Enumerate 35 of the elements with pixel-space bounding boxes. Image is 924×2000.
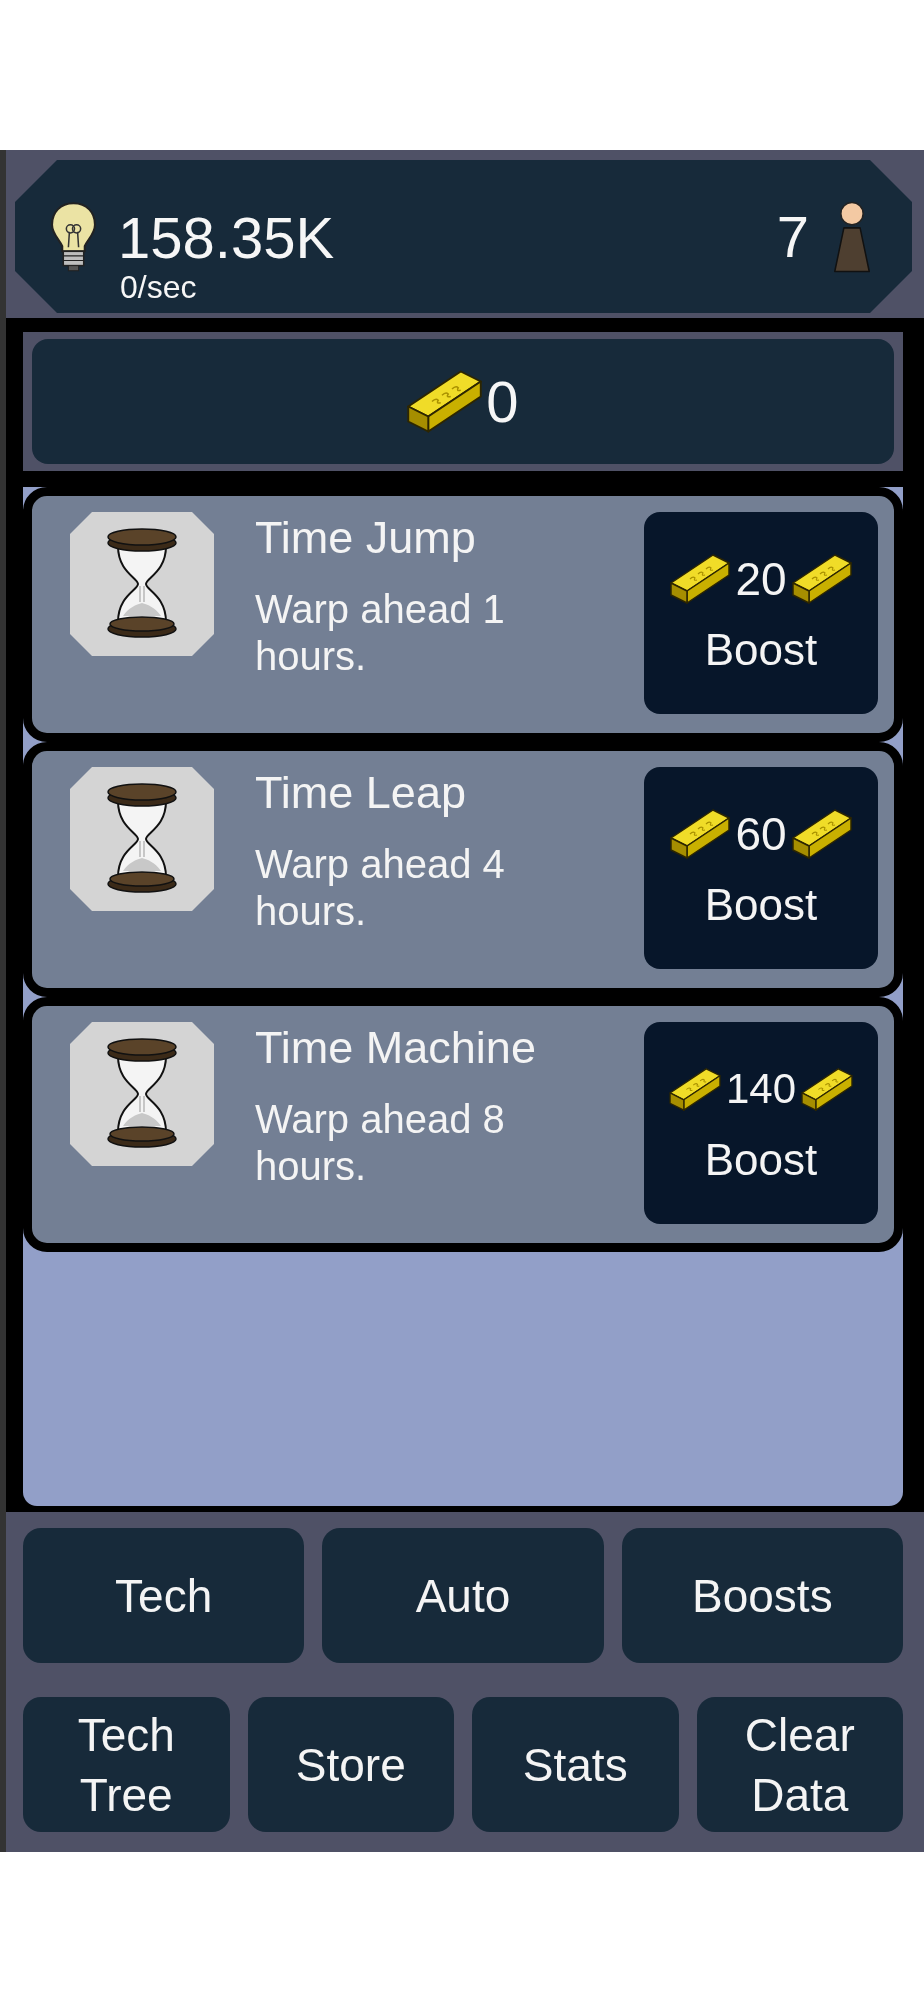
boost-cost: 60 xyxy=(735,811,787,857)
energy-rate: 0/sec xyxy=(120,270,198,303)
boost-button[interactable]: 140 Boost xyxy=(644,1022,878,1224)
ingot-icon xyxy=(801,1067,854,1111)
boost-title: Time Jump xyxy=(255,512,477,564)
boost-cost: 140 xyxy=(725,1068,797,1110)
ingot-icon xyxy=(668,1067,721,1111)
boost-description: Warp ahead 4 hours. xyxy=(255,841,506,935)
boost-button[interactable]: 60 Boost xyxy=(644,767,878,969)
nav-button[interactable]: Auto xyxy=(322,1528,604,1663)
ingot-icon xyxy=(670,554,731,604)
boost-title: Time Machine xyxy=(255,1022,537,1074)
nav-button[interactable]: Stats xyxy=(472,1697,679,1832)
nav-button[interactable]: Store xyxy=(247,1697,454,1832)
nav-button[interactable]: Clear Data xyxy=(696,1697,903,1832)
ingot-icon xyxy=(791,809,852,859)
lightbulb-icon xyxy=(50,200,97,273)
nav-button[interactable]: Tech Tree xyxy=(23,1697,230,1832)
ingot-icon xyxy=(670,809,731,859)
boost-cost: 20 xyxy=(735,556,787,602)
energy-amount: 158.35K xyxy=(118,208,335,267)
nav-button[interactable]: Boosts xyxy=(621,1528,903,1663)
ingot-icon xyxy=(407,370,483,433)
boost-button[interactable]: 20 Boost xyxy=(644,512,878,714)
hourglass-icon xyxy=(70,512,214,656)
boost-description: Warp ahead 8 hours. xyxy=(255,1096,506,1190)
nav-button[interactable]: Tech xyxy=(23,1528,305,1663)
worker-count: 7 xyxy=(776,207,809,266)
boost-description: Warp ahead 1 hours. xyxy=(255,586,506,680)
person-icon xyxy=(832,200,872,273)
currency-amount: 0 xyxy=(486,372,519,431)
ingot-icon xyxy=(791,554,852,604)
hourglass-icon xyxy=(70,767,214,911)
hourglass-icon xyxy=(70,1022,214,1166)
boost-title: Time Leap xyxy=(255,767,467,819)
